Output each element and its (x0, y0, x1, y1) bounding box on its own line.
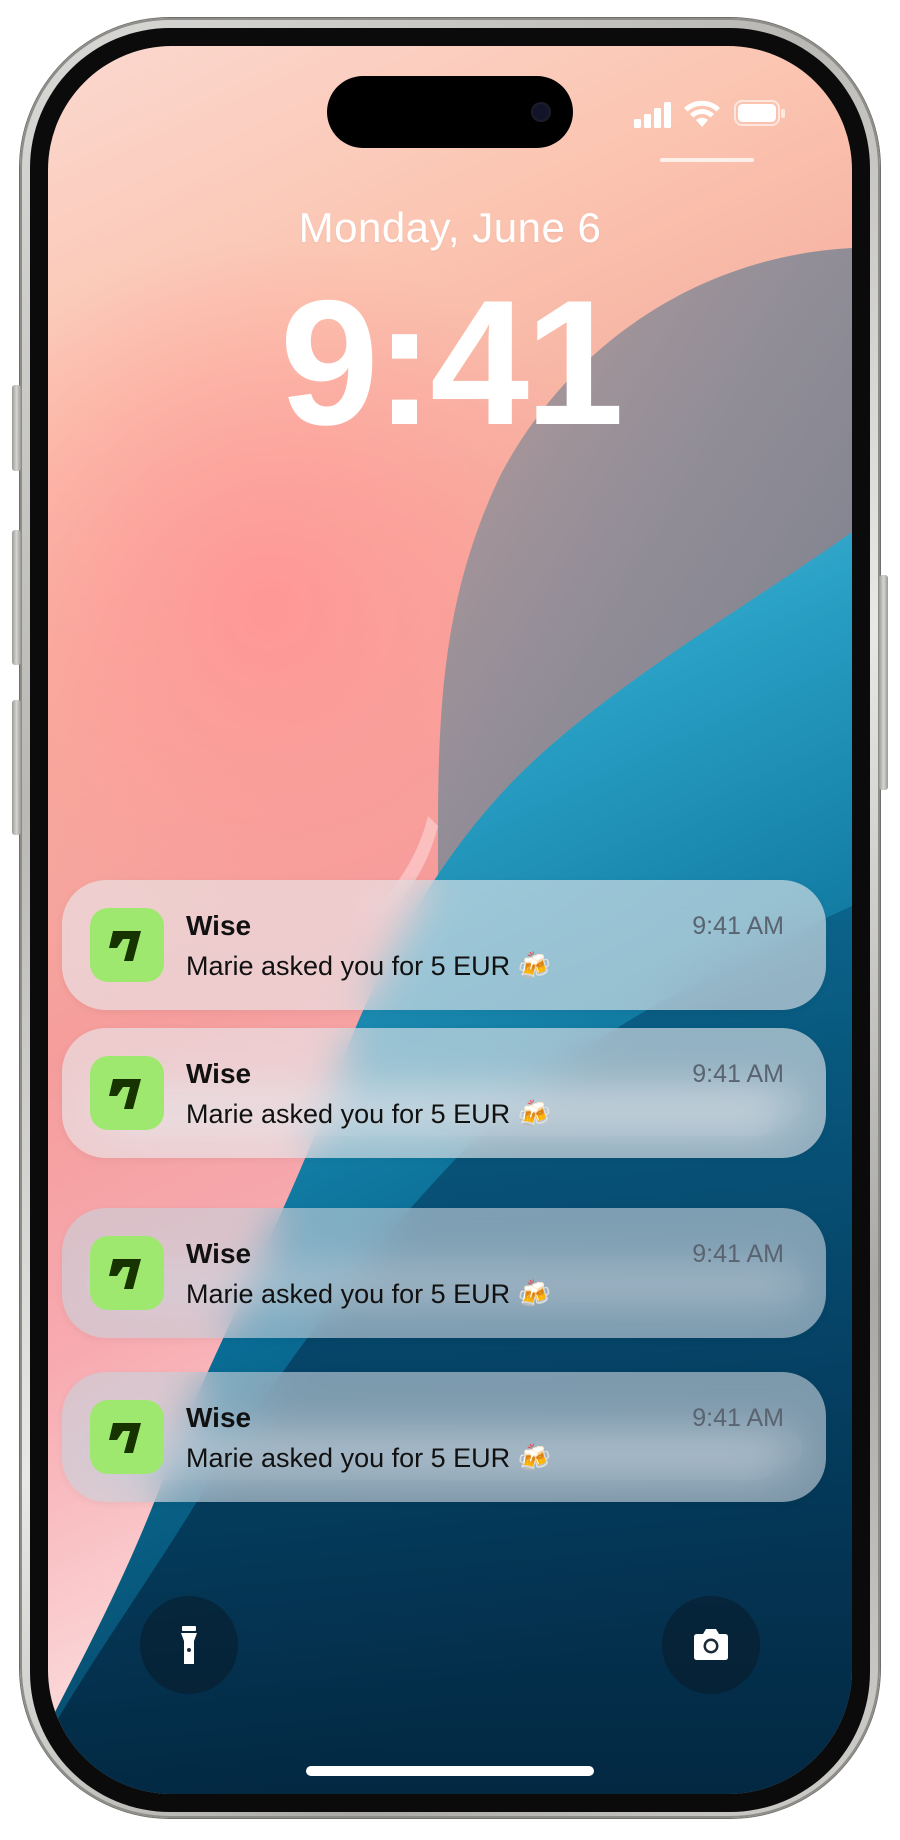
status-bar (48, 88, 852, 162)
wise-app-icon (90, 1056, 164, 1130)
notification-time: 9:41 AM (692, 1404, 784, 1432)
action-button (12, 385, 21, 471)
wifi-icon (684, 100, 720, 127)
notification-app-name: Wise (186, 1058, 252, 1089)
volume-down-button (12, 700, 21, 835)
notification-message: Marie asked you for 5 EUR 🍻 (186, 1099, 552, 1129)
notification-time: 9:41 AM (692, 1240, 784, 1268)
notification-card[interactable]: Wise 9:41 AM Marie asked you for 5 EUR 🍻 (62, 880, 826, 1010)
notification-card[interactable]: Wise 9:41 AM Marie asked you for 5 EUR 🍻 (62, 1372, 826, 1502)
lock-screen: Monday, June 6 9:41 Wise 9:41 AM Marie a… (48, 46, 852, 1794)
wise-app-icon (90, 908, 164, 982)
notification-message: Marie asked you for 5 EUR 🍻 (186, 1279, 552, 1309)
battery-icon (734, 100, 785, 126)
notification-time: 9:41 AM (692, 1060, 784, 1088)
notification-app-name: Wise (186, 1238, 252, 1269)
notification-card[interactable]: Wise 9:41 AM Marie asked you for 5 EUR 🍻 (62, 1208, 826, 1338)
wise-logo-icon (109, 1259, 141, 1289)
camera-button[interactable] (662, 1596, 760, 1694)
status-indicator-line (660, 158, 754, 162)
side-power-button (879, 575, 888, 790)
notification-card[interactable]: Wise 9:41 AM Marie asked you for 5 EUR 🍻 (62, 1028, 826, 1158)
flashlight-button[interactable] (140, 1596, 238, 1694)
notification-app-name: Wise (186, 910, 252, 941)
notification-message: Marie asked you for 5 EUR 🍻 (186, 951, 552, 981)
notification-time: 9:41 AM (692, 912, 784, 940)
lock-screen-clock: 9:41 (279, 263, 624, 462)
notification-message: Marie asked you for 5 EUR 🍻 (186, 1443, 552, 1473)
camera-icon (694, 1629, 728, 1660)
wise-logo-icon (109, 1423, 141, 1453)
wise-app-icon (90, 1400, 164, 1474)
wise-logo-icon (109, 1079, 141, 1109)
flashlight-icon (181, 1626, 197, 1664)
home-indicator[interactable] (306, 1766, 594, 1776)
wise-app-icon (90, 1236, 164, 1310)
wise-logo-icon (109, 931, 141, 961)
cellular-signal-icon (634, 102, 671, 128)
notification-app-name: Wise (186, 1402, 252, 1433)
lock-screen-date: Monday, June 6 (298, 204, 602, 251)
volume-up-button (12, 530, 21, 665)
